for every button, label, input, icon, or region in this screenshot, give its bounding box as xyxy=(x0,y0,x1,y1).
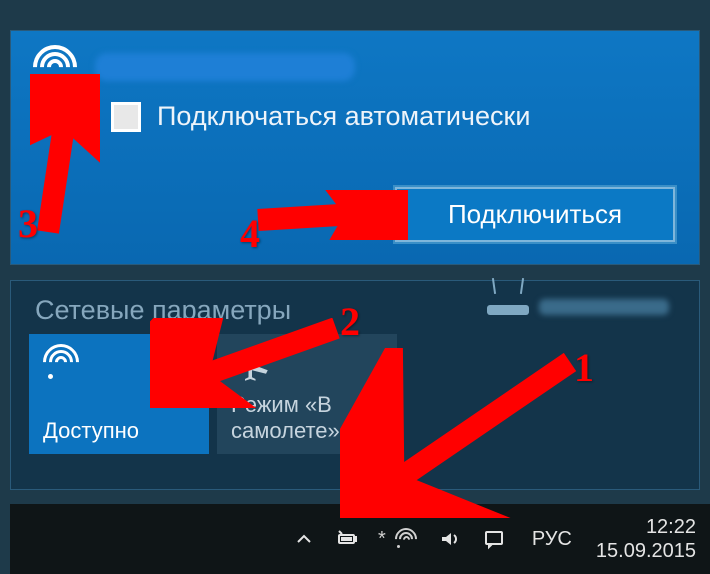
airplane-tile-label: Режим «В самолете» xyxy=(231,392,383,444)
auto-connect-label: Подключаться автоматически xyxy=(157,101,530,132)
connect-button[interactable]: Подключиться xyxy=(395,187,675,242)
wifi-tile-label: Доступно xyxy=(43,418,195,444)
taskbar: * РУС 12:22 15.09.2015 xyxy=(10,504,710,574)
auto-connect-row: Подключаться автоматически xyxy=(11,95,699,142)
connected-network-name-redacted xyxy=(539,299,669,315)
network-name-redacted xyxy=(95,53,355,81)
network-connect-panel: Подключаться автоматически Подключиться xyxy=(10,30,700,265)
airplane-icon xyxy=(231,344,271,384)
wifi-tray-icon[interactable] xyxy=(392,525,420,553)
language-indicator[interactable]: РУС xyxy=(532,528,572,551)
clock-date: 15.09.2015 xyxy=(596,539,696,563)
clock[interactable]: 12:22 15.09.2015 xyxy=(596,515,696,563)
network-item[interactable] xyxy=(11,31,699,95)
tray-chevron-up-icon[interactable] xyxy=(290,525,318,553)
clock-time: 12:22 xyxy=(596,515,696,539)
battery-icon[interactable] xyxy=(334,525,362,553)
asterisk-icon: * xyxy=(378,528,386,551)
wifi-tile[interactable]: Доступно xyxy=(29,334,209,454)
network-settings-panel: Сетевые параметры Доступно Режим «В само… xyxy=(10,280,700,490)
volume-icon[interactable] xyxy=(436,525,464,553)
wifi-icon xyxy=(43,344,83,384)
connected-network-icon xyxy=(487,293,669,315)
auto-connect-checkbox[interactable] xyxy=(111,102,141,132)
action-center-icon[interactable] xyxy=(480,525,508,553)
airplane-mode-tile[interactable]: Режим «В самолете» xyxy=(217,334,397,454)
wifi-icon xyxy=(33,45,77,89)
